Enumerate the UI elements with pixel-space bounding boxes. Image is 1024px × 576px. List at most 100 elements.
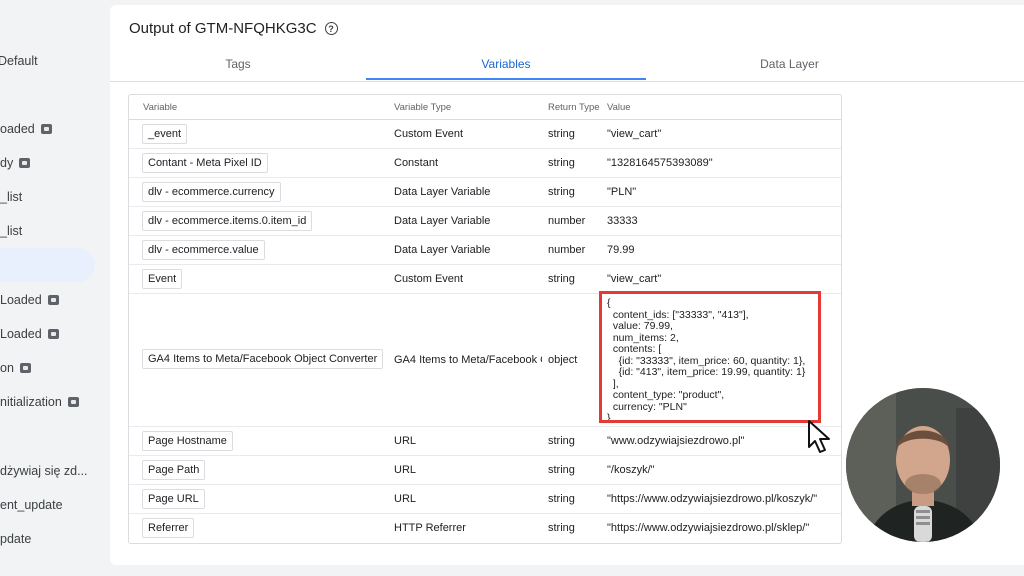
help-circle-icon[interactable]: ? (324, 22, 338, 35)
variable-type-cell: GA4 Items to Meta/Facebook Object Conver… (394, 354, 542, 366)
variable-name-chip[interactable]: Page Path (142, 460, 206, 480)
tab-label: Tags (225, 57, 251, 71)
value-cell: "1328164575393089" (607, 157, 713, 169)
variable-name-chip[interactable]: Referrer (142, 518, 195, 538)
column-header-variable: Variable (143, 102, 178, 113)
table-header: Variable Variable Type Return Type Value (129, 95, 841, 120)
return-type-cell: string (548, 157, 575, 169)
return-type-cell: string (548, 273, 575, 285)
return-type-cell: string (548, 522, 575, 534)
variable-name-chip[interactable]: Event (142, 269, 183, 289)
sidebar-item-window-loaded[interactable]: Loaded (0, 285, 59, 315)
sidebar-item-label: _list (0, 224, 23, 238)
sidebar-item-label: nitialization (0, 395, 62, 409)
variable-type-cell: Custom Event (394, 273, 464, 285)
variable-name-chip[interactable]: GA4 Items to Meta/Facebook Object Conver… (142, 349, 384, 369)
table-row[interactable]: dlv - ecommerce.value Data Layer Variabl… (129, 236, 841, 265)
tab-label: Variables (481, 57, 531, 71)
sidebar-item-label: pdate (0, 532, 32, 546)
sidebar-item-ready[interactable]: dy (0, 148, 31, 178)
value-cell: 33333 (607, 215, 638, 227)
variable-type-cell: URL (394, 493, 417, 505)
sidebar-selected-highlight[interactable] (0, 248, 95, 282)
sidebar-item-label: Loaded (0, 293, 42, 307)
table-row[interactable]: Contant - Meta Pixel ID Constant string … (129, 149, 841, 178)
variable-name-chip[interactable]: Page Hostname (142, 431, 233, 451)
column-header-variable-type: Variable Type (394, 102, 452, 113)
value-cell: "www.odzywiajsiezdrowo.pl" (607, 435, 745, 447)
variable-type-cell: URL (394, 464, 417, 476)
webcam-overlay (846, 388, 1000, 542)
value-cell: "https://www.odzywiajsiezdrowo.pl/koszyk… (607, 493, 818, 505)
variable-type-cell: Constant (394, 157, 439, 169)
code-badge-icon (67, 397, 79, 407)
table-row[interactable]: Page Hostname URL string "www.odzywiajsi… (129, 427, 841, 456)
return-type-cell: string (548, 464, 575, 476)
column-header-value: Value (607, 102, 631, 113)
return-type-cell: object (548, 354, 578, 366)
return-type-cell: number (548, 215, 586, 227)
sidebar-item-list-1[interactable]: _list (0, 182, 22, 212)
value-cell: "PLN" (607, 186, 637, 198)
tab-tags[interactable]: Tags (110, 49, 366, 79)
variable-type-cell: Custom Event (394, 128, 464, 140)
sidebar-item-label: oaded (0, 122, 35, 136)
value-cell: "https://www.odzywiajsiezdrowo.pl/sklep/… (607, 522, 810, 534)
sidebar-item-update[interactable]: pdate (0, 524, 31, 554)
table-row[interactable]: _event Custom Event string "view_cart" (129, 120, 841, 149)
variable-name-chip[interactable]: Page URL (142, 489, 205, 509)
variable-type-cell: HTTP Referrer (394, 522, 466, 534)
value-cell: 79.99 (607, 244, 635, 256)
return-type-cell: number (548, 244, 586, 256)
variable-name-chip[interactable]: _event (142, 124, 188, 144)
tab-data-layer[interactable]: Data Layer (646, 49, 933, 79)
code-badge-icon (47, 329, 59, 339)
code-badge-icon (19, 158, 31, 168)
sidebar-item-label: on (0, 361, 14, 375)
code-badge-icon (19, 363, 31, 373)
variable-type-cell: URL (394, 435, 417, 447)
return-type-cell: string (548, 493, 575, 505)
panel-header: Output of GTM-NFQHKG3C ? (129, 20, 338, 37)
sidebar-item-loaded[interactable]: oaded (0, 114, 52, 144)
code-badge-icon (47, 295, 59, 305)
highlight-box (599, 291, 821, 423)
variables-table: Variable Variable Type Return Type Value… (128, 94, 842, 544)
return-type-cell: string (548, 128, 575, 140)
value-cell: "view_cart" (607, 273, 662, 285)
sidebar-item-initialization[interactable]: nitialization (0, 387, 79, 417)
active-tab-indicator (366, 78, 646, 80)
left-sidebar: Default oaded dy _list _list Loaded Load… (0, 0, 108, 576)
page-title: Output of GTM-NFQHKG3C (129, 20, 317, 37)
tab-label: Data Layer (760, 57, 819, 71)
sidebar-item-dom-loaded[interactable]: Loaded (0, 319, 59, 349)
variable-name-chip[interactable]: dlv - ecommerce.value (142, 240, 265, 260)
sidebar-item-label: _list (0, 190, 23, 204)
table-row[interactable]: Page Path URL string "/koszyk/" (129, 456, 841, 485)
variable-type-cell: Data Layer Variable (394, 186, 491, 198)
mouse-pointer-icon (807, 419, 833, 460)
variable-name-chip[interactable]: Contant - Meta Pixel ID (142, 153, 268, 173)
table-row[interactable]: Referrer HTTP Referrer string "https://w… (129, 514, 841, 542)
table-row[interactable]: Page URL URL string "https://www.odzywia… (129, 485, 841, 514)
sidebar-item-page[interactable]: dżywiaj się zd... (0, 456, 88, 486)
table-row[interactable]: dlv - ecommerce.items.0.item_id Data Lay… (129, 207, 841, 236)
sidebar-item-list-2[interactable]: _list (0, 216, 22, 246)
table-row[interactable]: Event Custom Event string "view_cart" (129, 265, 841, 294)
value-cell: "/koszyk/" (607, 464, 655, 476)
code-badge-icon (40, 124, 52, 134)
column-header-return-type: Return Type (548, 102, 600, 113)
return-type-cell: string (548, 186, 575, 198)
sidebar-item-default[interactable]: Default (0, 46, 38, 76)
sidebar-item-label: dżywiaj się zd... (0, 464, 88, 478)
sidebar-item-label: Loaded (0, 327, 42, 341)
sidebar-item-consent-update[interactable]: ent_update (0, 490, 63, 520)
sidebar-item-label: Default (0, 54, 38, 68)
variable-type-cell: Data Layer Variable (394, 244, 491, 256)
variable-name-chip[interactable]: dlv - ecommerce.currency (142, 182, 281, 202)
tab-variables[interactable]: Variables (366, 49, 646, 79)
tab-bar: Tags Variables Data Layer (110, 49, 1024, 82)
table-row[interactable]: dlv - ecommerce.currency Data Layer Vari… (129, 178, 841, 207)
sidebar-item-consent[interactable]: on (0, 353, 31, 383)
variable-name-chip[interactable]: dlv - ecommerce.items.0.item_id (142, 211, 313, 231)
